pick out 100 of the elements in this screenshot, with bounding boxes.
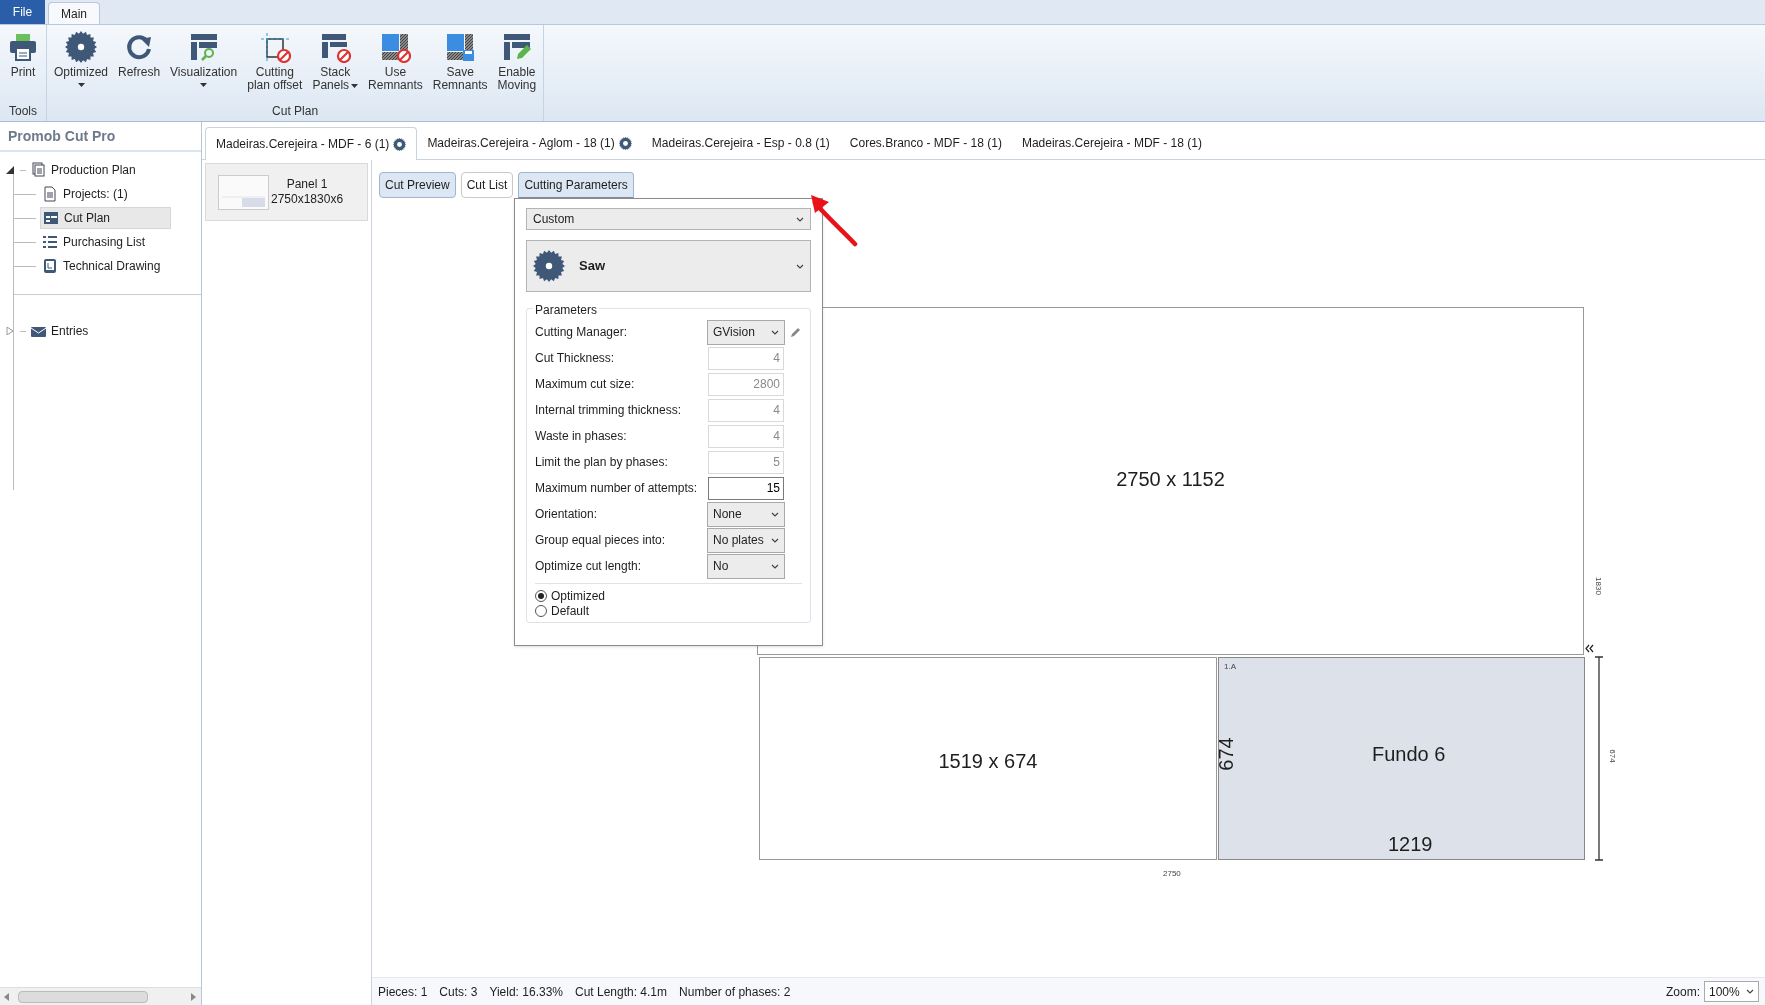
documents-icon	[30, 162, 47, 178]
dimension-label: 1830	[1592, 577, 1604, 595]
ribbon-group-label: Cut Plan	[271, 103, 320, 120]
chevron-down-icon	[771, 563, 779, 569]
chevron-down-icon	[796, 263, 804, 269]
ribbon-button[interactable]: Print	[3, 31, 43, 79]
dimension-label: 2750	[1163, 868, 1181, 880]
saw-blade-icon	[533, 250, 565, 282]
material-tab[interactable]: Madeiras.Cerejeira - Esp - 0.8 (1)	[641, 127, 840, 159]
field-label: Group equal pieces into:	[535, 532, 667, 549]
zoom-label: Zoom:	[1666, 983, 1700, 1001]
number-field: 4	[708, 346, 784, 370]
tree-item[interactable]: Entries	[28, 320, 149, 342]
annotation-arrow	[809, 193, 859, 247]
caret-icon	[351, 83, 359, 88]
part-tag: 1.A	[1224, 661, 1236, 673]
chevron-down-icon	[771, 511, 779, 517]
field-label: Limit the plan by phases:	[535, 454, 669, 471]
expand-icon[interactable]	[6, 327, 14, 335]
field-label: Maximum cut size:	[535, 376, 636, 393]
select-field[interactable]: No plates	[707, 527, 785, 553]
settings-icon	[393, 137, 407, 151]
dimension-label: 2750 x 1152	[1116, 467, 1225, 492]
status-text: Yield: 16.33%	[489, 983, 563, 1001]
ribbon-button[interactable]: Save Remnants	[428, 31, 492, 92]
part-width: 1219	[1388, 833, 1433, 855]
panel-card[interactable]: Panel 1 2750x1830x6	[205, 163, 368, 221]
double-chevron-icon[interactable]	[1585, 644, 1594, 653]
material-tab[interactable]: Madeiras.Cerejeira - Aglom - 18 (1)	[417, 127, 642, 159]
collapse-icon[interactable]	[6, 166, 14, 174]
part-piece[interactable]: 1.A Fundo 6 1219 674	[1218, 657, 1585, 860]
radio-button[interactable]	[535, 604, 547, 617]
document-icon	[42, 186, 59, 202]
status-text: Cut Length: 4.1m	[575, 983, 668, 1001]
settings-icon	[618, 136, 632, 150]
status-text: Pieces: 1	[378, 983, 428, 1001]
select-field[interactable]: GVision	[707, 319, 785, 345]
select-field[interactable]: No	[707, 553, 785, 579]
view-tab[interactable]: Cutting Parameters	[518, 172, 634, 198]
panel-name: Panel 1	[286, 177, 328, 192]
ribbon-button[interactable]: Optimized	[50, 31, 113, 87]
radio-button[interactable]	[535, 589, 547, 602]
ribbon-button[interactable]: Use Remnants	[364, 31, 427, 92]
number-field: 5	[708, 450, 784, 474]
ribbon-tab[interactable]: File	[0, 0, 45, 24]
remnant-save-icon	[444, 31, 477, 63]
printer-icon	[7, 31, 39, 63]
ribbon-group-label: Tools	[8, 103, 38, 120]
dimension-label: 674	[1606, 749, 1618, 763]
number-field: 2800	[708, 372, 784, 396]
material-tab[interactable]: Madeiras.Cerejeira - MDF - 6 (1)	[205, 127, 418, 160]
horizontal-scrollbar[interactable]	[18, 990, 148, 1003]
view-tab[interactable]: Cut Preview	[379, 172, 456, 198]
number-field[interactable]: 15	[708, 476, 784, 500]
field-label: Cutting Manager:	[535, 324, 629, 341]
drawing-sheet-icon	[42, 258, 59, 274]
radio-option[interactable]: Optimized	[535, 588, 802, 603]
tree-item[interactable]: Production Plan	[28, 159, 196, 181]
chevron-down-icon	[771, 537, 779, 543]
tree-item[interactable]: Projects: (1)	[40, 183, 188, 205]
material-tab[interactable]: Cores.Branco - MDF - 18 (1)	[839, 127, 1012, 159]
ribbon-button[interactable]: Cutting plan offset	[243, 31, 307, 92]
ribbon-button[interactable]: Refresh	[114, 31, 165, 79]
ribbon-button[interactable]: Enable Moving	[493, 31, 541, 92]
radio-option[interactable]: Default	[535, 603, 802, 618]
tree-item[interactable]: Purchasing List	[40, 231, 206, 253]
field-label: Cut Thickness:	[535, 350, 616, 367]
preset-dropdown[interactable]: Custom	[526, 208, 811, 230]
zoom-dropdown[interactable]: 100%	[1704, 981, 1759, 1002]
ribbon-tab[interactable]: Main	[48, 2, 100, 24]
stacked-panels-icon	[319, 31, 352, 63]
part-name: Fundo 6	[1372, 742, 1446, 767]
chevron-down-icon	[771, 329, 779, 335]
ribbon-button[interactable]: Visualization	[166, 31, 242, 87]
select-field[interactable]: None	[707, 501, 785, 527]
status-text: Cuts: 3	[439, 983, 478, 1001]
tool-dropdown[interactable]: Saw	[526, 240, 811, 292]
dimension-label: 1519 x 674	[938, 748, 1038, 774]
view-tab[interactable]: Cut List	[460, 172, 514, 198]
number-field: 4	[708, 398, 784, 422]
ribbon-button[interactable]: Stack Panels	[308, 31, 363, 92]
scroll-left-icon[interactable]	[4, 992, 10, 1001]
caret-icon	[77, 83, 85, 87]
pencil-icon[interactable]	[790, 326, 802, 338]
field-label: Maximum number of attempts:	[535, 480, 699, 497]
number-field: 4	[708, 424, 784, 448]
offset-frame-icon	[258, 31, 291, 63]
field-label: Waste in phases:	[535, 428, 628, 445]
saw-blade-icon	[65, 31, 97, 63]
remnant-icon	[379, 31, 412, 63]
status-text: Number of phases: 2	[679, 983, 791, 1001]
field-label: Optimize cut length:	[535, 558, 643, 575]
panel-thumbnail	[218, 174, 269, 210]
scroll-right-icon[interactable]	[191, 992, 197, 1001]
field-label: Orientation:	[535, 506, 599, 523]
tree-item[interactable]: Technical Drawing	[40, 255, 221, 277]
tree-item[interactable]: Cut Plan	[40, 207, 172, 229]
chevron-down-icon	[1746, 989, 1754, 994]
material-tab[interactable]: Madeiras.Cerejeira - MDF - 18 (1)	[1011, 127, 1212, 159]
app-title: Promob Cut Pro	[8, 126, 116, 146]
